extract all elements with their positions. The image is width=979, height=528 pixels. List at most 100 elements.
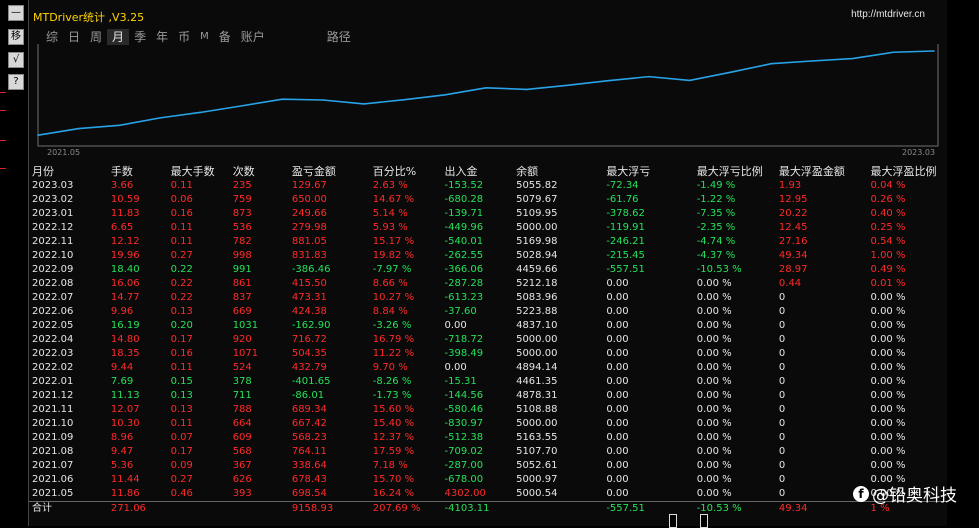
table-cell: 249.66 [291, 208, 327, 219]
table-row[interactable]: 2022.09 18.40 0.22 991 -386.46 -7.97 % -366.06… [29, 263, 947, 277]
tab-6[interactable]: 币 [173, 29, 195, 45]
tab-8[interactable]: 备 [214, 29, 236, 45]
table-cell: 0.00 % [696, 348, 732, 359]
table-row[interactable]: 2021.12 11.13 0.13 711 -86.01 -1.73 % -144.56 4… [29, 389, 947, 403]
check-button[interactable]: √ [8, 52, 24, 68]
tab-2[interactable]: 周 [85, 29, 107, 45]
column-header[interactable]: 盈亏金额 [289, 163, 370, 179]
tab-7[interactable]: M [195, 29, 214, 45]
table-cell: 764.11 [291, 446, 327, 457]
table-row[interactable]: 2021.06 11.44 0.27 626 678.43 15.70 % -678.00 5… [29, 473, 947, 487]
table-cell: 0.00 [444, 320, 467, 331]
table-cell: 664 [232, 418, 252, 429]
table-cell: 0.00 [606, 474, 629, 485]
table-row[interactable]: 2023.01 11.83 0.16 873 249.66 5.14 % -139.71 51… [29, 207, 947, 221]
table-cell: 0.17 [170, 334, 193, 345]
tab-1[interactable]: 日 [63, 29, 85, 45]
table-cell: 991 [232, 264, 252, 275]
tab-0[interactable]: 综 [41, 29, 63, 45]
table-row[interactable]: 2022.04 14.80 0.17 920 716.72 16.79 % -718.72 5… [29, 333, 947, 347]
table-row[interactable]: 2022.10 19.96 0.27 998 831.83 19.82 % -262.55 5… [29, 249, 947, 263]
table-row[interactable]: 2022.11 12.12 0.11 782 881.05 15.17 % -540.01 5… [29, 235, 947, 249]
table-cell: 0.01 % [870, 278, 906, 289]
column-header[interactable]: 余额 [513, 163, 603, 179]
table-row[interactable]: 2021.07 5.36 0.09 367 338.64 7.18 % -287.00 505… [29, 459, 947, 473]
table-row[interactable]: 2021.10 10.30 0.11 664 667.42 15.40 % -830.97 5… [29, 417, 947, 431]
table-cell: -1.22 % [696, 194, 736, 205]
table-cell: 8.66 % [372, 278, 408, 289]
column-header[interactable]: 最大浮盈金额 [776, 163, 868, 179]
equity-point-2022.07 [607, 79, 609, 82]
tab-10[interactable]: 路径 [322, 29, 356, 45]
tab-5[interactable]: 年 [151, 29, 173, 45]
table-cell: 0.49 % [870, 264, 906, 275]
column-header[interactable]: 最大浮盈比例 [868, 163, 947, 179]
equity-point-2022.09 [688, 79, 691, 82]
table-cell: -4.37 % [696, 250, 736, 261]
table-cell: 15.70 % [372, 474, 415, 485]
table-cell: 711 [232, 390, 252, 401]
column-header[interactable]: 月份 [29, 163, 108, 179]
table-cell: -162.90 [291, 320, 331, 331]
table-cell: 9.96 [110, 306, 134, 317]
table-cell: 0.00 [606, 334, 629, 345]
equity-point-2023.02 [892, 51, 895, 54]
table-cell: -378.62 [606, 208, 645, 219]
table-cell: -4.74 % [696, 236, 736, 247]
table-cell: 11.13 [110, 390, 140, 401]
equity-point-2021.08 [159, 117, 161, 119]
column-header[interactable]: 最大浮亏比例 [694, 163, 776, 179]
table-row[interactable]: 2022.05 16.19 0.20 1031 -162.90 -3.26 % 0.00 48… [29, 319, 947, 333]
table-cell: 4461.35 [516, 376, 558, 387]
table-row[interactable]: 2023.03 3.66 0.11 235 129.67 2.63 % -153.52 505… [29, 179, 947, 193]
table-row[interactable]: 2021.11 12.07 0.13 788 689.34 15.60 % -580.46 5… [29, 403, 947, 417]
table-cell: 16.24 % [372, 488, 415, 499]
move-button[interactable]: 移 [8, 29, 24, 45]
table-cell: 873 [232, 208, 252, 219]
help-button[interactable]: ? [8, 74, 24, 90]
table-cell: 2021.11 [32, 404, 74, 415]
table-cell: 5163.55 [516, 432, 558, 443]
table-cell: 2022.09 [32, 264, 74, 275]
table-cell: 12.37 % [372, 432, 415, 443]
table-cell: 0.00 % [870, 390, 906, 401]
column-header[interactable]: 手数 [108, 163, 168, 179]
table-cell: 9158.93 [288, 501, 370, 516]
table-row[interactable]: 2022.03 18.35 0.16 1071 504.35 11.22 % -398.49… [29, 347, 947, 361]
table-row[interactable]: 2022.02 9.44 0.11 524 432.79 9.70 % 0.00 4894.1… [29, 361, 947, 375]
column-header[interactable]: 百分比% [370, 163, 442, 179]
tab-3[interactable]: 月 [107, 29, 130, 45]
table-cell: 5109.95 [516, 208, 558, 219]
table-row[interactable]: 2022.12 6.65 0.11 536 279.98 5.93 % -449.96 500… [29, 221, 947, 235]
table-row[interactable]: 2022.01 7.69 0.15 378 -401.65 -8.26 % -15.31 44… [29, 375, 947, 389]
table-row[interactable]: 2022.06 9.96 0.13 669 424.38 8.84 % -37.60 5223… [29, 305, 947, 319]
table-cell: 0.00 % [696, 432, 732, 443]
table-row[interactable]: 2021.08 9.47 0.17 568 764.11 17.59 % -709.02 51… [29, 445, 947, 459]
minimize-button[interactable]: — [8, 5, 24, 21]
total-row[interactable]: 合计 271.06 9158.93 207.69 % -4103.11 -557.51 -1… [29, 501, 947, 516]
column-header[interactable]: 最大浮亏 [603, 163, 693, 179]
column-header[interactable]: 次数 [230, 163, 289, 179]
table-row[interactable]: 2021.09 8.96 0.07 609 568.23 12.37 % -512.38 51… [29, 431, 947, 445]
table-cell: 7.69 [110, 376, 134, 387]
table-cell: 0 [778, 362, 786, 373]
table-row[interactable]: 2022.07 14.77 0.22 837 473.31 10.27 % -613.23 5… [29, 291, 947, 305]
table-cell: 0 [778, 376, 786, 387]
table-cell: 0.13 [170, 404, 193, 415]
tab-4[interactable]: 季 [129, 29, 151, 45]
table-cell: 2021.05 [32, 488, 74, 499]
table-cell: 5169.98 [516, 236, 558, 247]
table-cell: 2022.10 [32, 250, 74, 261]
table-cell: 12.07 [110, 404, 140, 415]
column-header[interactable]: 出入金 [442, 163, 514, 179]
table-cell: 2022.01 [32, 376, 74, 387]
table-cell: 667.42 [291, 418, 327, 429]
table-row[interactable]: 2021.05 11.86 0.46 393 698.54 16.24 % 4302.00 5… [29, 487, 947, 502]
column-header[interactable]: 最大手数 [168, 163, 230, 179]
table-cell: 129.67 [291, 180, 327, 191]
table-cell: 0.27 [170, 474, 193, 485]
tab-9[interactable]: 账户 [236, 29, 270, 45]
site-link[interactable]: http://mtdriver.cn [851, 9, 925, 20]
table-row[interactable]: 2023.02 10.59 0.06 759 650.00 14.67 % -680.28 5… [29, 193, 947, 207]
table-row[interactable]: 2022.08 16.06 0.22 861 415.50 8.66 % -287.28 52… [29, 277, 947, 291]
